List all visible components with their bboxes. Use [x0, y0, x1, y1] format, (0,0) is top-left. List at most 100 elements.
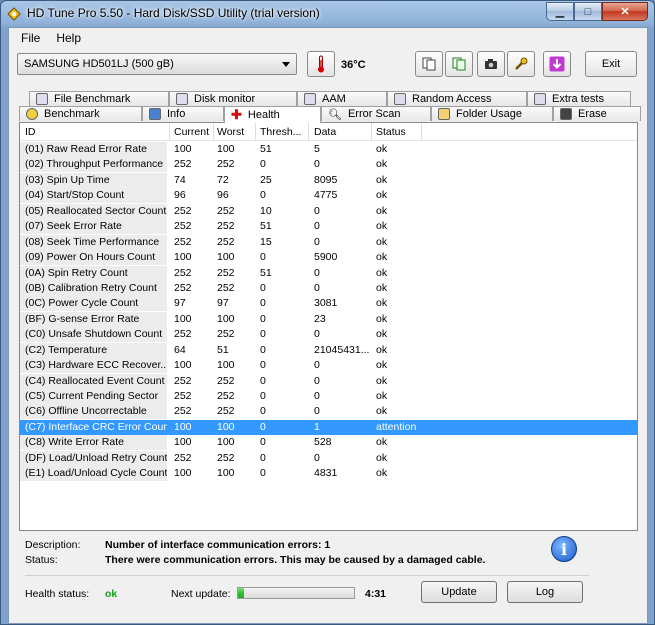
table-row[interactable]: (01) Raw Read Error Rate 100 100 51 5 ok [20, 142, 637, 157]
worst-value: 252 [217, 266, 235, 279]
attribute-id: (0C) Power Cycle Count [20, 296, 167, 312]
tab-label: Benchmark [44, 108, 100, 120]
table-row[interactable]: (05) Reallocated Sector Count 252 252 10 0 ok [20, 203, 637, 219]
data-value: 21045431... [314, 343, 370, 356]
exit-button[interactable]: Exit [585, 51, 637, 77]
table-row[interactable]: (0A) Spin Retry Count 252 252 51 0 ok [20, 265, 637, 281]
column-divider[interactable] [421, 123, 422, 141]
table-row[interactable]: (C2) Temperature 64 51 0 21045431... ok [20, 342, 637, 358]
title-bar[interactable]: HD Tune Pro 5.50 - Hard Disk/SSD Utility… [1, 1, 654, 27]
thermometer-button[interactable] [307, 51, 335, 77]
copy-text-button[interactable] [415, 51, 443, 77]
options-button[interactable] [507, 51, 535, 77]
column-header-status[interactable]: Status [376, 126, 406, 138]
threshold-value: 0 [260, 467, 266, 480]
close-button[interactable]: ✕ [602, 2, 648, 21]
table-row[interactable]: (C3) Hardware ECC Recover... 100 100 0 0 ok [20, 358, 637, 374]
status-value: ok [376, 143, 388, 155]
column-divider[interactable] [255, 123, 256, 141]
tab-file-benchmark[interactable]: File Benchmark [29, 91, 169, 106]
status-value: ok [376, 204, 388, 217]
column-header-current[interactable]: Current [174, 126, 209, 138]
worst-value: 100 [217, 143, 235, 155]
table-row[interactable]: (09) Power On Hours Count 100 100 0 5900 ok [20, 250, 637, 266]
data-value: 0 [314, 390, 320, 402]
attribute-id: (C8) Write Error Rate [20, 435, 167, 451]
table-row[interactable]: (C4) Reallocated Event Count 252 252 0 0 ok [20, 373, 637, 389]
log-button[interactable]: Log [507, 581, 583, 603]
threshold-value: 0 [260, 343, 266, 356]
copy-all-button[interactable] [445, 51, 473, 77]
description-text: Number of interface communication errors… [105, 538, 331, 551]
tab-aam[interactable]: AAM [297, 91, 387, 106]
data-value: 5 [314, 143, 320, 155]
menu-file[interactable]: File [13, 31, 48, 45]
column-header-id[interactable]: ID [25, 126, 36, 138]
tab-label: Health [247, 109, 280, 121]
screenshot-button[interactable] [477, 51, 505, 77]
caption-buttons: ▁ □ ✕ [546, 2, 648, 21]
maximize-button[interactable]: □ [574, 2, 602, 21]
threshold-value: 0 [260, 251, 266, 264]
worst-value: 100 [217, 420, 235, 433]
tab-folder-usage[interactable]: Folder Usage [431, 106, 553, 121]
table-row[interactable]: (C5) Current Pending Sector 252 252 0 0 ok [20, 389, 637, 404]
table-row[interactable]: (DF) Load/Unload Retry Count 252 252 0 0 ok [20, 450, 637, 466]
table-row[interactable]: (07) Seek Error Rate 252 252 51 0 ok [20, 219, 637, 235]
tab-label: Extra tests [552, 93, 604, 105]
table-row[interactable]: (0C) Power Cycle Count 97 97 0 3081 ok [20, 296, 637, 312]
tab-disk-monitor[interactable]: Disk monitor [169, 91, 297, 106]
worst-value: 252 [217, 281, 235, 294]
tab-error-scan[interactable]: 🔍︎ Error Scan [321, 106, 431, 121]
tab-extra-tests[interactable]: Extra tests [527, 91, 631, 106]
column-divider[interactable] [169, 123, 170, 141]
worst-value: 252 [217, 328, 235, 341]
column-divider[interactable] [308, 123, 309, 141]
table-row[interactable]: (C6) Offline Uncorrectable 252 252 0 0 ok [20, 404, 637, 420]
tab-benchmark[interactable]: Benchmark [19, 106, 142, 121]
table-row[interactable]: (04) Start/Stop Count 96 96 0 4775 ok [20, 188, 637, 204]
threshold-value: 0 [260, 158, 266, 171]
info-icon[interactable]: i [551, 536, 577, 562]
table-row[interactable]: (E1) Load/Unload Cycle Count 100 100 0 4831 o… [20, 466, 637, 482]
tab-health[interactable]: ✚ Health [224, 106, 321, 123]
column-header-threshold[interactable]: Thresh... [260, 126, 301, 138]
tab-label: File Benchmark [54, 93, 131, 105]
camera-icon [485, 59, 497, 69]
threshold-value: 51 [260, 143, 272, 155]
save-button[interactable] [543, 51, 571, 77]
minimize-button[interactable]: ▁ [546, 2, 574, 21]
table-row[interactable]: (0B) Calibration Retry Count 252 252 0 0 ok [20, 280, 637, 296]
update-button[interactable]: Update [421, 581, 497, 603]
tab-random-access[interactable]: Random Access [387, 91, 527, 106]
status-text: There were communication errors. This ma… [105, 553, 486, 566]
data-value: 528 [314, 436, 332, 449]
threshold-value: 51 [260, 220, 272, 233]
tab-info[interactable]: Info [142, 106, 224, 121]
chart-icon [176, 93, 188, 105]
tab-erase[interactable]: Erase [553, 106, 641, 121]
health-status-value: ok [105, 588, 118, 600]
worst-value: 72 [217, 173, 229, 186]
table-row[interactable]: (08) Seek Time Performance 252 252 15 0 ok [20, 234, 637, 250]
status-value: ok [376, 436, 388, 449]
attribute-id: (07) Seek Error Rate [20, 219, 167, 235]
table-row[interactable]: (C0) Unsafe Shutdown Count 252 252 0 0 ok [20, 327, 637, 343]
column-header-worst[interactable]: Worst [217, 126, 244, 138]
drive-select[interactable]: SAMSUNG HD501LJ (500 gB) [17, 53, 297, 75]
threshold-value: 0 [260, 359, 266, 372]
table-row[interactable]: (BF) G-sense Error Rate 100 100 0 23 ok [20, 311, 637, 327]
tab-label: AAM [322, 93, 346, 105]
column-divider[interactable] [213, 123, 214, 141]
table-row[interactable]: (02) Throughput Performance 252 252 0 0 ok [20, 157, 637, 173]
current-value: 252 [174, 266, 192, 279]
attribute-id: (C0) Unsafe Shutdown Count [20, 327, 167, 343]
table-row[interactable]: (C8) Write Error Rate 100 100 0 528 ok [20, 435, 637, 451]
status-value: ok [376, 312, 388, 325]
column-header-data[interactable]: Data [314, 126, 336, 138]
table-row[interactable]: (03) Spin Up Time 74 72 25 8095 ok [20, 172, 637, 188]
data-value: 4831 [314, 467, 338, 480]
column-divider[interactable] [371, 123, 372, 141]
table-row[interactable]: (C7) Interface CRC Error Count 100 100 0 1 at… [20, 419, 637, 436]
menu-help[interactable]: Help [48, 31, 89, 45]
